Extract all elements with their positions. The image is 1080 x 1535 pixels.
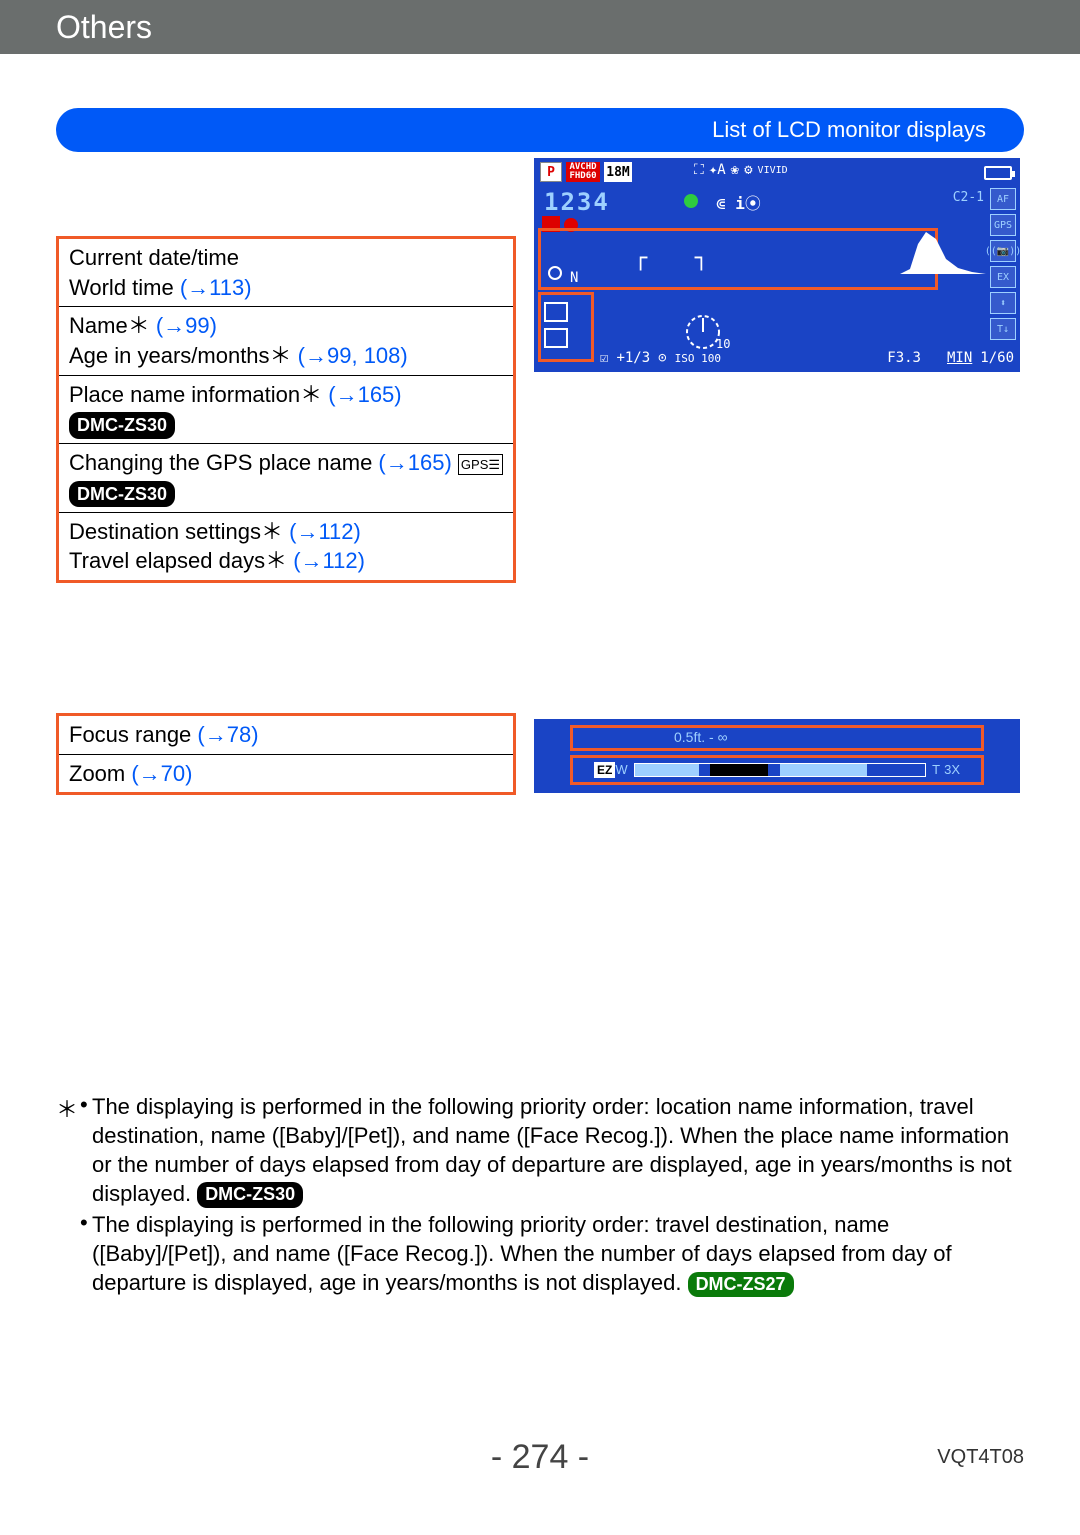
svg-text:10: 10 <box>716 337 730 350</box>
table-row: Zoom (→70) <box>59 755 513 793</box>
histogram-icon <box>900 224 986 274</box>
custom-set-label: C2-1 <box>953 190 984 205</box>
aspect-icon <box>544 328 568 348</box>
page-ref-link[interactable]: (→99, 108) <box>292 343 408 368</box>
footnote-list: • The displaying is performed in the fol… <box>80 1092 1024 1299</box>
asterisk: ＊ <box>300 382 322 407</box>
zoom-bar: EZ W T 3X <box>594 761 960 779</box>
lcd-main-wrap: P AVCHD FHD60 18M ⛶ ✦A ❀ ⚙ VIVID 1234 ⋐ … <box>534 158 1024 583</box>
model-badge: DMC-ZS30 <box>69 412 175 438</box>
battery-icon <box>984 166 1012 180</box>
asterisk: ＊ <box>261 519 283 544</box>
section-1: Current date/timeWorld time (→113)Name＊ … <box>56 152 1024 583</box>
zoom-t-label: T <box>932 762 940 777</box>
footnote-1: • The displaying is performed in the fol… <box>80 1092 1024 1208</box>
ev-value: +1/3 <box>616 350 650 366</box>
stabilizer-icon: ((📷)) <box>990 240 1016 262</box>
highlight-frame-focus <box>570 725 984 751</box>
table-row: Current date/timeWorld time (→113) <box>59 239 513 307</box>
table-row: Place name information＊ (→165) DMC-ZS30 <box>59 376 513 444</box>
pill-label: List of LCD monitor displays <box>712 117 986 143</box>
iso-value: ISO 100 <box>675 352 721 365</box>
focus-ok-icon <box>684 194 698 208</box>
zoom-seg-2 <box>710 764 768 776</box>
picture-size-icon: 18M <box>604 162 632 182</box>
af-corners: ┌┐ <box>634 246 708 264</box>
page-ref-link[interactable]: (→78) <box>197 722 258 747</box>
page-ref-link[interactable]: (→112) <box>283 519 361 544</box>
min-ss-icon: MIN <box>947 350 972 366</box>
page-ref-link[interactable]: (→165) <box>322 382 401 407</box>
wifi-icon: ⋐ i⦿ <box>716 190 761 214</box>
table-focus-zoom: Focus range (→78)Zoom (→70) <box>56 713 516 795</box>
page-ref-link[interactable]: (→99) <box>150 313 217 338</box>
compass-icon <box>548 266 562 280</box>
metering-icon: ⊙ <box>658 350 666 366</box>
zoom-w-label: W <box>615 762 627 777</box>
zoom-track <box>634 763 927 777</box>
mode-p-icon: P <box>540 162 562 182</box>
level-icon: ⬍ <box>990 292 1016 314</box>
ev-comp-icon: ☑ <box>600 350 608 366</box>
section-pill: List of LCD monitor displays <box>56 108 1024 152</box>
self-timer-icon: 10 <box>674 308 732 356</box>
header-title: Others <box>56 9 152 46</box>
flash-icon: ✦A <box>709 162 726 178</box>
aperture-value: F3.3 <box>887 350 921 366</box>
highlight-frame-a <box>538 228 938 290</box>
gps-status-icon: GPS <box>990 214 1016 236</box>
lcd-zoom: 0.5ft. - ∞ EZ W T 3X <box>534 719 1020 793</box>
page-ref-link[interactable]: (→112) <box>287 548 365 573</box>
doc-code: VQT4T08 <box>937 1446 1024 1469</box>
header-bar: Others <box>0 0 1080 54</box>
table-row: Name＊ (→99)Age in years/months＊ (→99, 10… <box>59 307 513 375</box>
lcd-bottom-row: ☑ +1/3 ⊙ ISO 100 F3.3 MIN 1/60 <box>600 350 1014 366</box>
lcd-top-icons: ⛶ ✦A ❀ ⚙ VIVID <box>694 162 788 178</box>
focus-range-text: 0.5ft. - ∞ <box>674 729 728 745</box>
footnote-star: ＊ <box>56 1092 80 1299</box>
compass-n: N <box>570 270 578 286</box>
lcd-right-col: AF GPS ((📷)) EX ⬍ T↓ <box>990 188 1016 340</box>
model-badge-zs27: DMC-ZS27 <box>688 1272 794 1298</box>
rec-format-icon: AVCHD FHD60 <box>566 162 600 182</box>
gps-edit-icon: GPS☰ <box>458 454 503 476</box>
gear-icon: ⚙ <box>744 162 752 178</box>
quality-icon: ⛶ <box>694 162 704 178</box>
model-badge: DMC-ZS30 <box>69 481 175 507</box>
page-ref-link[interactable]: (→70) <box>131 761 192 786</box>
page-number: - 274 - <box>491 1438 589 1477</box>
page-footer: - 274 - VQT4T08 <box>0 1438 1080 1477</box>
lcd-zoom-wrap: 0.5ft. - ∞ EZ W T 3X <box>534 719 1024 795</box>
ex-icon: EX <box>990 266 1016 288</box>
table-row: Changing the GPS place name (→165) GPS☰D… <box>59 444 513 512</box>
lcd-main: P AVCHD FHD60 18M ⛶ ✦A ❀ ⚙ VIVID 1234 ⋐ … <box>534 158 1020 372</box>
page-ref-link[interactable]: (→165) <box>378 450 451 475</box>
asterisk: ＊ <box>128 313 150 338</box>
shutter-value: 1/60 <box>980 350 1014 366</box>
remaining-count: 1234 <box>544 188 610 216</box>
table-row: Focus range (→78) <box>59 716 513 755</box>
section-2: Focus range (→78)Zoom (→70) 0.5ft. - ∞ E… <box>56 713 1024 795</box>
page-ref-link[interactable]: (→113) <box>180 275 252 300</box>
ez-icon: EZ <box>594 762 615 778</box>
asterisk: ＊ <box>265 548 287 573</box>
zoom-seg-1 <box>635 764 699 776</box>
table-info-overlay: Current date/timeWorld time (→113)Name＊ … <box>56 236 516 583</box>
vivid-icon: VIVID <box>758 165 788 176</box>
wt-icon: T↓ <box>990 318 1016 340</box>
macro-icon: ❀ <box>731 162 739 178</box>
footnote-2-text: The displaying is performed in the follo… <box>92 1212 952 1295</box>
footnotes: ＊ • The displaying is performed in the f… <box>56 1092 1024 1299</box>
zoom-seg-3 <box>780 764 867 776</box>
footnote-2: • The displaying is performed in the fol… <box>80 1210 1024 1297</box>
zoom-x-label: 3X <box>944 762 960 777</box>
asterisk: ＊ <box>270 343 292 368</box>
af-mode-icon: AF <box>990 188 1016 210</box>
model-badge-zs30: DMC-ZS30 <box>197 1182 303 1208</box>
lcd-top-row: P AVCHD FHD60 18M <box>540 162 632 182</box>
table-row: Destination settings＊ (→112)Travel elaps… <box>59 513 513 580</box>
date-stamp-icon <box>544 302 568 322</box>
lcd-left-icons <box>544 302 568 348</box>
